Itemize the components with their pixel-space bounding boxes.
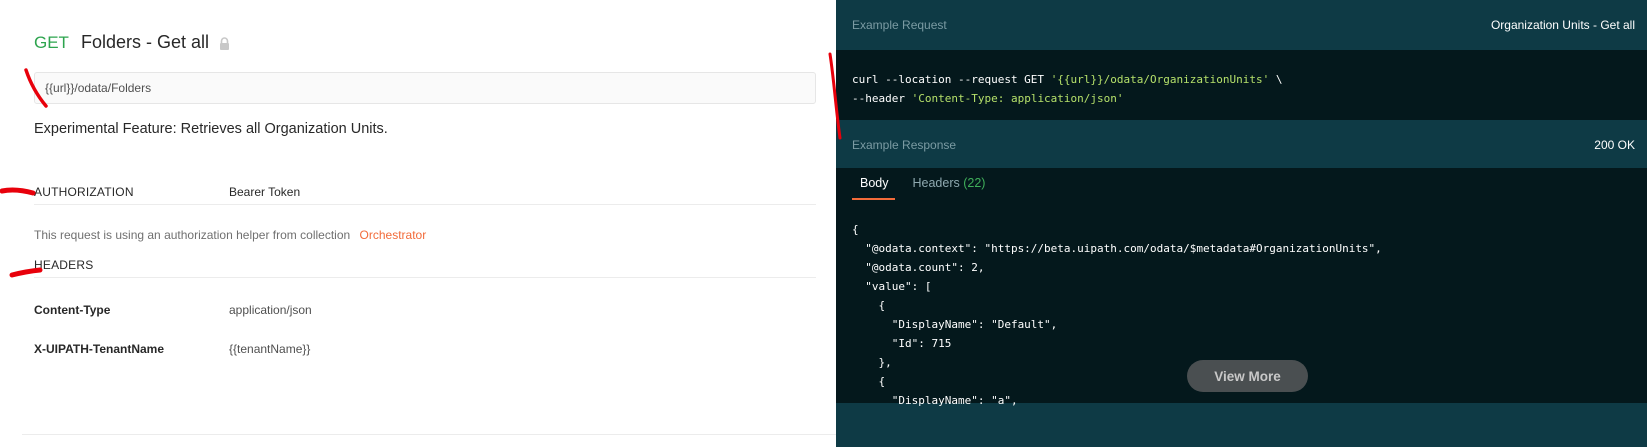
code-text: \: [1269, 73, 1283, 86]
json-line: "@odata.count": 2,: [852, 261, 985, 274]
json-line: {: [852, 223, 859, 236]
header-key: X-UIPATH-TenantName: [34, 342, 165, 356]
divider: [22, 434, 836, 435]
code-string: 'Content-Type: application/json': [911, 92, 1124, 105]
example-response-body: Body Headers (22) { "@odata.context": "h…: [836, 168, 1647, 407]
code-line: --header 'Content-Type: application/json…: [852, 89, 1631, 108]
json-line: "@odata.context": "https://beta.uipath.c…: [852, 242, 1382, 255]
header-key: Content-Type: [34, 303, 111, 317]
request-title[interactable]: Folders - Get all: [81, 32, 209, 53]
example-response-bar: Example Response 200 OK: [836, 120, 1647, 168]
lock-icon: [220, 37, 229, 50]
example-request-bar: Example Request Organization Units - Get…: [836, 0, 1647, 50]
tab-headers-label: Headers: [912, 176, 960, 190]
json-line: "value": [: [852, 280, 932, 293]
tab-body[interactable]: Body: [852, 176, 895, 200]
json-line: "DisplayName": "Default",: [852, 318, 1058, 331]
view-more-button[interactable]: View More: [1187, 360, 1308, 392]
example-pane: Example Request Organization Units - Get…: [828, 0, 1647, 447]
response-status: 200 OK: [1594, 138, 1635, 152]
request-url: {{url}}/odata/Folders: [45, 81, 152, 95]
documentation-pane: GET Folders - Get all {{url}}/odata/Fold…: [0, 0, 836, 447]
code-string: '{{url}}/odata/OrganizationUnits': [1050, 73, 1270, 86]
request-title-row: GET Folders - Get all: [34, 32, 230, 53]
authorization-label: AUTHORIZATION: [34, 185, 134, 199]
json-line: "DisplayName": "a",: [852, 394, 1018, 407]
headers-count-badge: (22): [963, 176, 986, 190]
authorization-type: Bearer Token: [229, 185, 301, 199]
tab-headers[interactable]: Headers (22): [905, 176, 992, 200]
annotation-mark: [828, 52, 842, 140]
json-line: {: [852, 299, 886, 312]
annotation-mark: [9, 267, 43, 278]
annotation-mark: [0, 187, 36, 196]
header-value: {{tenantName}}: [229, 342, 311, 356]
example-request-code: curl --location --request GET '{{url}}/o…: [836, 50, 1647, 120]
example-request-name[interactable]: Organization Units - Get all: [1491, 18, 1635, 32]
authorization-helper: This request is using an authorization h…: [34, 228, 426, 242]
headers-section-row: HEADERS: [34, 256, 816, 278]
code-text: --header: [852, 92, 912, 105]
code-text: curl --location --request GET: [852, 73, 1051, 86]
request-description: Experimental Feature: Retrieves all Orga…: [34, 121, 388, 137]
header-value: application/json: [229, 303, 312, 317]
annotation-mark: [24, 68, 48, 108]
request-method: GET: [34, 32, 69, 52]
response-tabs: Body Headers (22): [852, 176, 1001, 200]
collection-link[interactable]: Orchestrator: [360, 228, 427, 242]
json-line: "Id": 715: [852, 337, 952, 350]
example-response-label: Example Response: [852, 138, 957, 152]
code-line: curl --location --request GET '{{url}}/o…: [852, 70, 1631, 89]
authorization-helper-text: This request is using an authorization h…: [34, 228, 351, 242]
request-url-field[interactable]: {{url}}/odata/Folders: [34, 72, 816, 104]
authorization-row: AUTHORIZATION Bearer Token: [34, 183, 816, 205]
example-request-label: Example Request: [852, 18, 947, 32]
